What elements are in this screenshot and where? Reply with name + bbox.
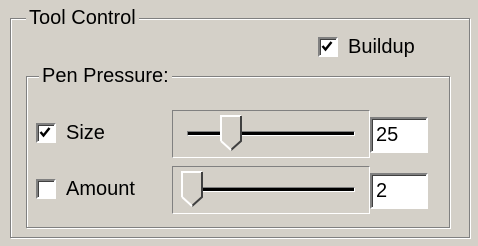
size-value-input[interactable] — [370, 117, 428, 153]
size-checkbox-box[interactable] — [36, 123, 56, 143]
tool-control-title: Tool Control — [26, 7, 139, 29]
size-label: Size — [66, 121, 105, 144]
buildup-checkbox-box[interactable] — [318, 37, 338, 57]
amount-slider[interactable] — [172, 166, 370, 214]
checkmark-icon — [321, 41, 333, 52]
size-slider-track — [187, 131, 355, 136]
size-slider-thumb[interactable] — [220, 115, 242, 151]
checkmark-icon — [39, 127, 51, 138]
buildup-label: Buildup — [348, 35, 415, 58]
amount-value-input[interactable] — [370, 173, 428, 209]
amount-checkbox[interactable]: Amount — [36, 176, 135, 202]
size-checkbox[interactable]: Size — [36, 120, 105, 146]
pen-pressure-title: Pen Pressure: — [39, 65, 172, 87]
amount-slider-track — [187, 187, 355, 192]
size-slider[interactable] — [172, 110, 370, 158]
amount-slider-thumb[interactable] — [181, 171, 204, 207]
buildup-checkbox[interactable]: Buildup — [318, 34, 415, 60]
amount-checkbox-box[interactable] — [36, 179, 56, 199]
amount-label: Amount — [66, 177, 135, 200]
